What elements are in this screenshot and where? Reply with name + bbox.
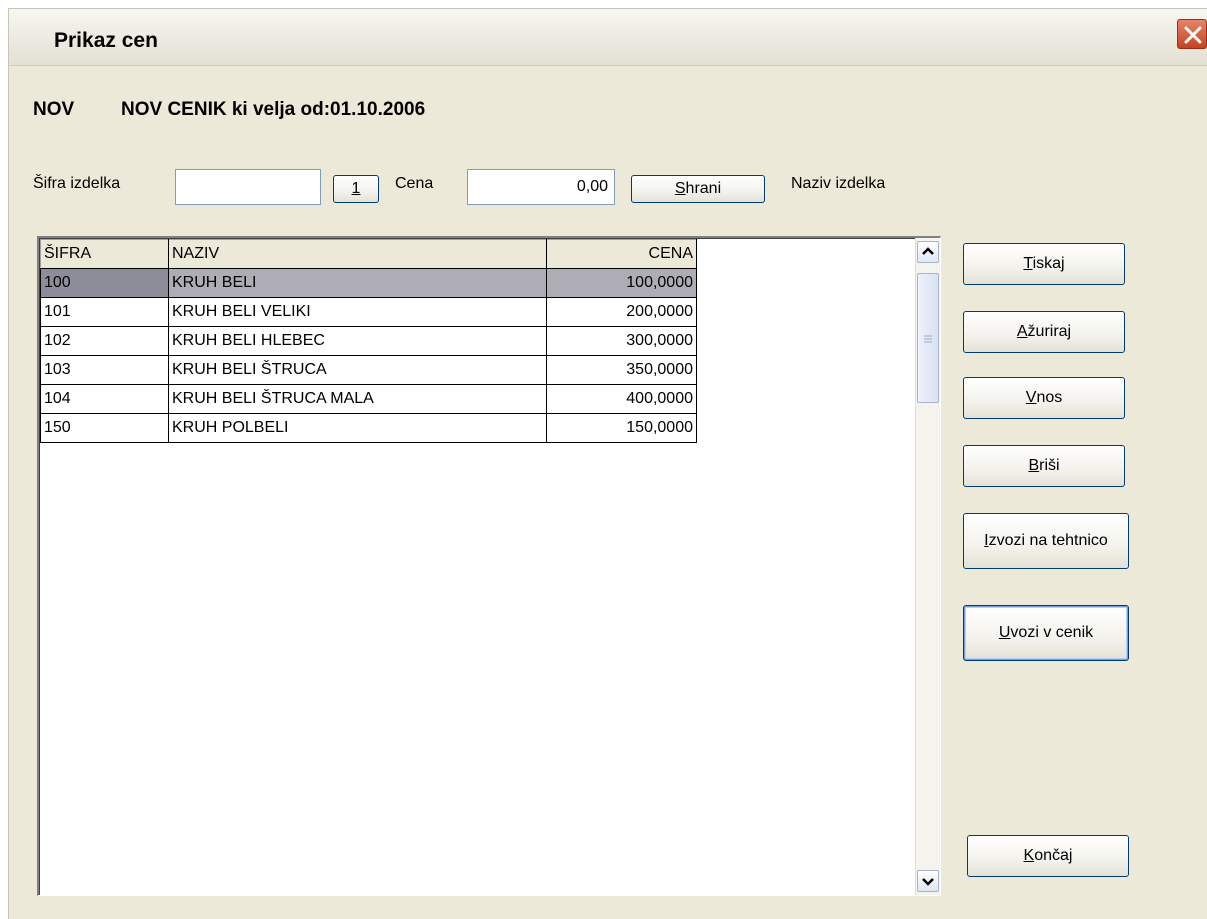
column-header-name[interactable]: NAZIV — [168, 239, 547, 269]
cell-code[interactable]: 102 — [40, 326, 169, 356]
close-icon — [1184, 26, 1202, 44]
cell-price[interactable]: 400,0000 — [546, 384, 697, 414]
cell-price[interactable]: 100,0000 — [546, 268, 697, 298]
print-button[interactable]: Tiskaj — [963, 243, 1125, 285]
product-name-label: Naziv izdelka — [791, 175, 886, 192]
table-row[interactable]: 101 KRUH BELI VELIKI 200,0000 — [40, 297, 697, 327]
print-button-label: Tiskaj — [1023, 255, 1065, 272]
export-to-scale-button[interactable]: Izvozi na tehtnico — [963, 513, 1129, 569]
export-to-scale-button-label: Izvozi na tehtnico — [984, 532, 1108, 549]
update-button[interactable]: Ažuriraj — [963, 311, 1125, 353]
price-grid[interactable]: ŠIFRA NAZIV CENA 100 KRUH BELI 100,0000 101… — [37, 236, 941, 896]
cell-name[interactable]: KRUH BELI VELIKI — [168, 297, 547, 327]
product-code-input[interactable] — [175, 169, 321, 205]
window-title: Prikaz cen — [54, 29, 158, 52]
cell-code[interactable]: 100 — [40, 268, 169, 298]
grip-icon — [924, 335, 932, 343]
cell-name[interactable]: KRUH BELI ŠTRUCA MALA — [168, 384, 547, 414]
product-lookup-button[interactable]: 1 — [333, 175, 379, 203]
save-button-label: Shrani — [674, 180, 722, 197]
arrow-down-icon — [922, 878, 934, 886]
cell-name[interactable]: KRUH BELI HLEBEC — [168, 326, 547, 356]
price-input[interactable] — [467, 169, 615, 205]
column-header-code[interactable]: ŠIFRA — [40, 239, 169, 269]
cell-price[interactable]: 150,0000 — [546, 413, 697, 443]
entry-button-label: Vnos — [1025, 389, 1063, 406]
price-list-code: NOV — [33, 99, 75, 120]
price-list-window: Prikaz cen NOV NOV CENIK ki velja od:01.… — [8, 8, 1207, 919]
scroll-thumb[interactable] — [917, 273, 939, 403]
close-button[interactable] — [1177, 19, 1207, 49]
table-row[interactable]: 102 KRUH BELI HLEBEC 300,0000 — [40, 326, 697, 356]
delete-button[interactable]: Briši — [963, 445, 1125, 487]
table-row[interactable]: 104 KRUH BELI ŠTRUCA MALA 400,0000 — [40, 384, 697, 414]
price-label: Cena — [395, 175, 434, 192]
scroll-down-button[interactable] — [917, 870, 939, 892]
cell-price[interactable]: 200,0000 — [546, 297, 697, 327]
cell-price[interactable]: 300,0000 — [546, 326, 697, 356]
table-row[interactable]: 100 KRUH BELI 100,0000 — [40, 268, 697, 298]
scroll-up-button[interactable] — [917, 241, 939, 263]
price-table: ŠIFRA NAZIV CENA 100 KRUH BELI 100,0000 101… — [40, 239, 697, 443]
cell-name[interactable]: KRUH BELI ŠTRUCA — [168, 355, 547, 385]
grid-vertical-scrollbar[interactable] — [915, 238, 940, 895]
entry-button[interactable]: Vnos — [963, 377, 1125, 419]
cell-code[interactable]: 103 — [40, 355, 169, 385]
finish-button[interactable]: Končaj — [967, 835, 1129, 877]
product-lookup-label: 1 — [351, 180, 361, 197]
column-header-price[interactable]: CENA — [546, 239, 697, 269]
import-to-price-list-button[interactable]: Uvozi v cenik — [963, 605, 1129, 661]
title-bar[interactable]: Prikaz cen — [9, 9, 1207, 66]
save-button[interactable]: Shrani — [631, 175, 765, 203]
cell-code[interactable]: 101 — [40, 297, 169, 327]
arrow-up-icon — [922, 247, 934, 255]
table-row[interactable]: 150 KRUH POLBELI 150,0000 — [40, 413, 697, 443]
cell-price[interactable]: 350,0000 — [546, 355, 697, 385]
price-list-description: NOV CENIK ki velja od:01.10.2006 — [121, 99, 426, 120]
import-to-price-list-button-label: Uvozi v cenik — [998, 624, 1094, 641]
finish-button-label: Končaj — [1023, 847, 1073, 864]
cell-code[interactable]: 150 — [40, 413, 169, 443]
delete-button-label: Briši — [1028, 457, 1060, 474]
table-header-row: ŠIFRA NAZIV CENA — [40, 239, 697, 269]
cell-name[interactable]: KRUH POLBELI — [168, 413, 547, 443]
update-button-label: Ažuriraj — [1016, 323, 1072, 340]
product-code-label: Šifra izdelka — [33, 175, 121, 192]
table-row[interactable]: 103 KRUH BELI ŠTRUCA 350,0000 — [40, 355, 697, 385]
cell-code[interactable]: 104 — [40, 384, 169, 414]
cell-name[interactable]: KRUH BELI — [168, 268, 547, 298]
